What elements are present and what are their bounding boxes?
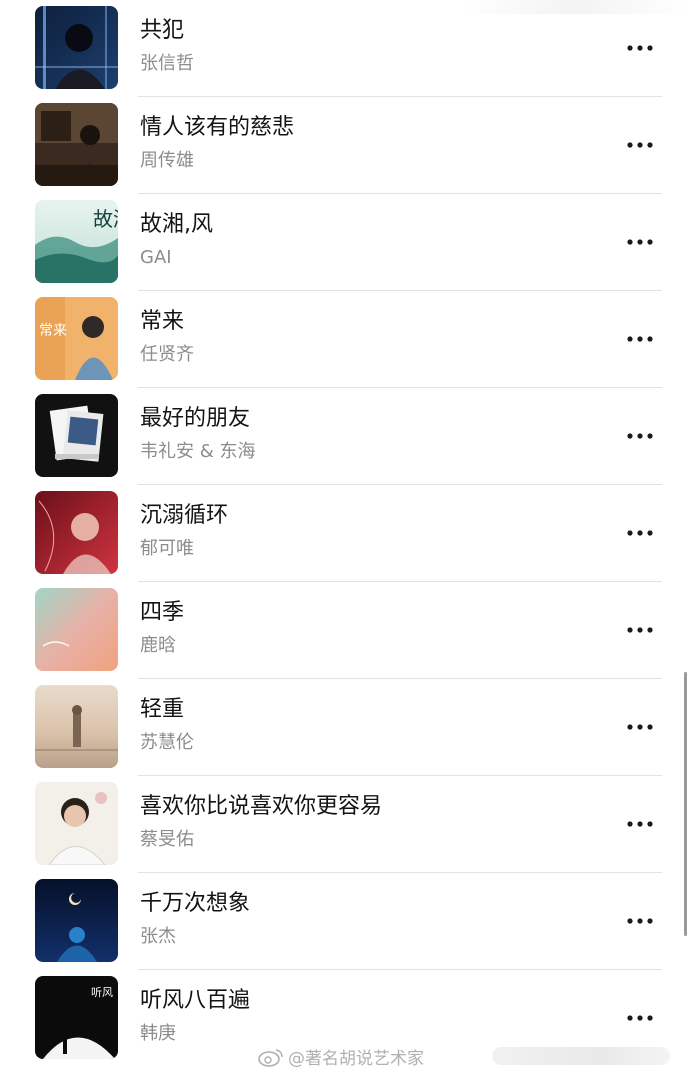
album-cover (35, 103, 118, 186)
more-horizontal-icon (627, 530, 653, 536)
song-artist: 郁可唯 (140, 538, 194, 559)
more-horizontal-icon (627, 142, 653, 148)
more-button[interactable] (620, 230, 660, 254)
more-button[interactable] (620, 812, 660, 836)
more-horizontal-icon (627, 336, 653, 342)
cover-text: 故湘风 (93, 207, 118, 231)
more-horizontal-icon (627, 724, 653, 730)
watermark: @著名胡说艺术家 (258, 1044, 424, 1069)
song-title: 四季 (140, 600, 185, 625)
more-button[interactable] (620, 521, 660, 545)
more-horizontal-icon (627, 239, 653, 245)
song-artist: 张信哲 (140, 53, 194, 74)
song-title: 喜欢你比说喜欢你更容易 (140, 794, 383, 819)
more-button[interactable] (620, 1006, 660, 1030)
album-cover (35, 588, 118, 671)
song-artist: 任贤齐 (140, 344, 194, 365)
more-horizontal-icon (627, 821, 653, 827)
song-row[interactable]: 情人该有的慈悲 周传雄 (0, 97, 690, 194)
song-title: 千万次想象 (140, 891, 251, 916)
more-button[interactable] (620, 909, 660, 933)
more-button[interactable] (620, 715, 660, 739)
song-artist: GAI (140, 247, 172, 268)
song-title: 轻重 (140, 697, 185, 722)
song-row[interactable]: 共犯 张信哲 (0, 0, 690, 97)
album-cover: 故湘风 (35, 200, 118, 283)
more-button[interactable] (620, 327, 660, 351)
song-row[interactable]: 四季 鹿晗 (0, 582, 690, 679)
more-button[interactable] (620, 36, 660, 60)
cover-text: 听风 (91, 986, 113, 999)
song-row[interactable]: 千万次想象 张杰 (0, 873, 690, 970)
song-artist: 苏慧伦 (140, 732, 194, 753)
album-cover: 常来 (35, 297, 118, 380)
song-title: 最好的朋友 (140, 406, 251, 431)
song-title: 沉溺循环 (140, 503, 229, 528)
song-artist: 蔡旻佑 (140, 829, 194, 850)
album-cover (35, 6, 118, 89)
watermark-text: @著名胡说艺术家 (288, 1049, 424, 1069)
song-artist: 鹿晗 (140, 635, 176, 656)
song-artist: 周传雄 (140, 150, 194, 171)
song-title: 共犯 (140, 18, 185, 43)
album-cover (35, 394, 118, 477)
more-button[interactable] (620, 618, 660, 642)
song-row[interactable]: 故湘风 故湘,风 GAI (0, 194, 690, 291)
song-row[interactable]: 沉溺循环 郁可唯 (0, 485, 690, 582)
more-button[interactable] (620, 133, 660, 157)
song-row[interactable]: 轻重 苏慧伦 (0, 679, 690, 776)
album-cover (35, 491, 118, 574)
more-horizontal-icon (627, 918, 653, 924)
song-artist: 张杰 (140, 926, 176, 947)
song-title: 听风八百遍 (140, 988, 251, 1013)
cover-text: 常来 (39, 323, 67, 339)
album-cover (35, 782, 118, 865)
song-row[interactable]: 常来 常来 任贤齐 (0, 291, 690, 388)
more-horizontal-icon (627, 1015, 653, 1021)
album-cover: 听风 (35, 976, 118, 1059)
more-button[interactable] (620, 424, 660, 448)
more-horizontal-icon (627, 433, 653, 439)
more-horizontal-icon (627, 45, 653, 51)
more-horizontal-icon (627, 627, 653, 633)
song-artist: 韩庚 (140, 1023, 176, 1044)
song-title: 故湘,风 (140, 212, 213, 237)
song-row[interactable]: 喜欢你比说喜欢你更容易 蔡旻佑 (0, 776, 690, 873)
album-cover (35, 879, 118, 962)
song-row[interactable]: 最好的朋友 韦礼安 & 东海 (0, 388, 690, 485)
weibo-icon (258, 1048, 283, 1067)
scrollbar[interactable] (684, 672, 687, 936)
album-cover (35, 685, 118, 768)
blurred-overlay (492, 1047, 670, 1065)
song-title: 情人该有的慈悲 (140, 115, 295, 140)
song-artist: 韦礼安 & 东海 (140, 441, 256, 462)
song-title: 常来 (140, 309, 185, 334)
